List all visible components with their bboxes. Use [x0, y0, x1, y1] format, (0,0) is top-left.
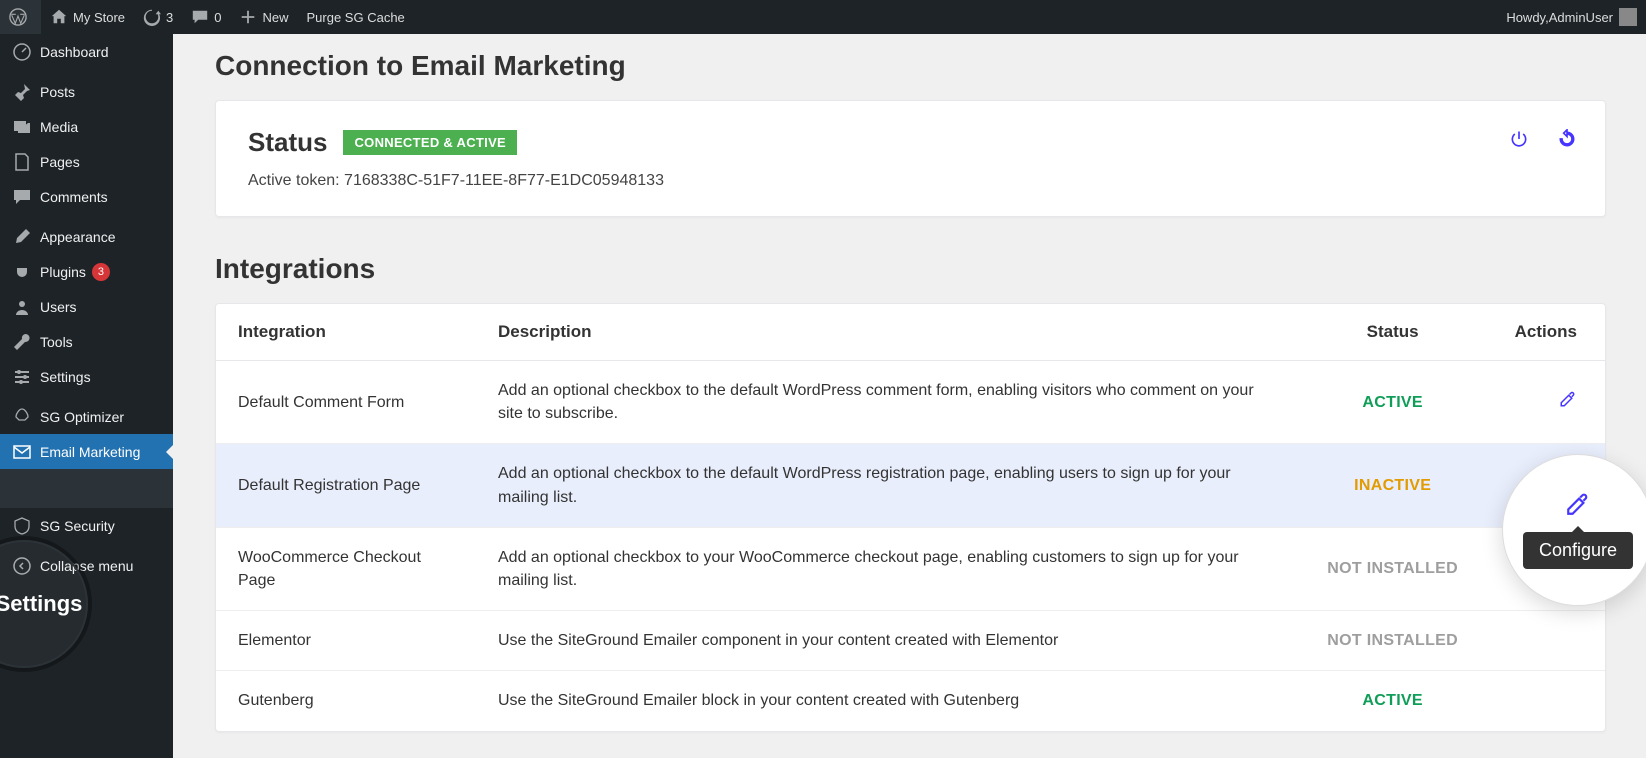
purge-cache-link[interactable]: Purge SG Cache [298, 0, 414, 34]
menu-media[interactable]: Media [0, 109, 173, 144]
wordpress-icon [9, 8, 27, 26]
plus-icon [239, 8, 257, 26]
user-display-name: AdminUser [1549, 10, 1613, 25]
status-label: Status [248, 127, 327, 158]
shield-icon [12, 516, 32, 536]
menu-plugins[interactable]: Plugins 3 [0, 254, 173, 289]
integration-description: Add an optional checkbox to the default … [476, 361, 1293, 444]
comments-count: 0 [214, 10, 221, 25]
email-icon [12, 442, 32, 462]
configure-callout: Configure [1502, 454, 1646, 606]
updates-link[interactable]: 3 [134, 0, 182, 34]
integration-name: WooCommerce Checkout Page [216, 527, 476, 610]
updates-count: 3 [166, 10, 173, 25]
integrations-table: Integration Description Status Actions D… [216, 304, 1605, 731]
updates-icon [143, 8, 161, 26]
integration-actions [1493, 361, 1605, 444]
refresh-icon [1557, 129, 1577, 149]
admin-sidebar: Dashboard Posts Media Pages Comments App… [0, 34, 173, 758]
integration-status: NOT INSTALLED [1293, 527, 1493, 610]
table-row: ElementorUse the SiteGround Emailer comp… [216, 611, 1605, 671]
power-off-icon [1509, 129, 1529, 149]
menu-appearance[interactable]: Appearance [0, 219, 173, 254]
site-name: My Store [73, 10, 125, 25]
integration-description: Add an optional checkbox to your WooComm… [476, 527, 1293, 610]
integration-actions [1493, 671, 1605, 731]
collapse-icon [12, 556, 32, 576]
avatar-icon [1619, 8, 1637, 26]
refresh-button[interactable] [1557, 129, 1577, 154]
integration-description: Add an optional checkbox to the default … [476, 444, 1293, 527]
rocket-icon [12, 407, 32, 427]
col-integration: Integration [216, 304, 476, 361]
pages-icon [12, 152, 32, 172]
site-link[interactable]: My Store [41, 0, 134, 34]
menu-posts[interactable]: Posts [0, 74, 173, 109]
status-card: Status CONNECTED & ACTIVE Active token: … [215, 100, 1606, 217]
integration-status: NOT INSTALLED [1293, 611, 1493, 671]
menu-users[interactable]: Users [0, 289, 173, 324]
menu-sg-security[interactable]: SG Security [0, 508, 173, 543]
main-content: Connection to Email Marketing Status CON… [173, 34, 1646, 758]
comment-icon [191, 8, 209, 26]
wp-logo[interactable] [0, 0, 41, 34]
plugins-badge: 3 [92, 263, 110, 281]
account-link[interactable]: Howdy, AdminUser [1497, 0, 1646, 34]
table-row: Default Comment FormAdd an optional chec… [216, 361, 1605, 444]
integration-name: Default Registration Page [216, 444, 476, 527]
col-actions: Actions [1493, 304, 1605, 361]
wrench-icon [12, 332, 32, 352]
menu-comments[interactable]: Comments [0, 179, 173, 214]
col-description: Description [476, 304, 1293, 361]
integrations-table-card: Integration Description Status Actions D… [215, 303, 1606, 732]
comments-icon [12, 187, 32, 207]
email-marketing-submenu: Settings [0, 469, 173, 508]
integration-description: Use the SiteGround Emailer component in … [476, 611, 1293, 671]
connection-section-title: Connection to Email Marketing [215, 50, 1606, 82]
table-row: GutenbergUse the SiteGround Emailer bloc… [216, 671, 1605, 731]
pencil-icon [1565, 491, 1591, 517]
status-badge: CONNECTED & ACTIVE [343, 130, 517, 155]
menu-dashboard[interactable]: Dashboard [0, 34, 173, 69]
media-icon [12, 117, 32, 137]
integration-name: Default Comment Form [216, 361, 476, 444]
col-status: Status [1293, 304, 1493, 361]
sliders-icon [12, 367, 32, 387]
active-token-text: Active token: 7168338C-51F7-11EE-8F77-E1… [248, 172, 1573, 190]
integrations-section-title: Integrations [215, 253, 1606, 285]
integration-status: ACTIVE [1293, 671, 1493, 731]
integration-status: ACTIVE [1293, 361, 1493, 444]
integration-actions [1493, 611, 1605, 671]
brush-icon [12, 227, 32, 247]
new-link[interactable]: New [230, 0, 297, 34]
dashboard-icon [12, 42, 32, 62]
table-row: WooCommerce Checkout PageAdd an optional… [216, 527, 1605, 610]
collapse-menu[interactable]: Collapse menu [0, 548, 173, 583]
integration-name: Gutenberg [216, 671, 476, 731]
configure-tooltip: Configure [1523, 532, 1633, 569]
admin-bar: My Store 3 0 New Purge SG Cache Howdy, A… [0, 0, 1646, 34]
home-icon [50, 8, 68, 26]
pencil-icon [1559, 390, 1577, 408]
integration-name: Elementor [216, 611, 476, 671]
integration-status: INACTIVE [1293, 444, 1493, 527]
integration-description: Use the SiteGround Emailer block in your… [476, 671, 1293, 731]
comments-link[interactable]: 0 [182, 0, 230, 34]
menu-sg-optimizer[interactable]: SG Optimizer [0, 399, 173, 434]
menu-pages[interactable]: Pages [0, 144, 173, 179]
disconnect-button[interactable] [1509, 129, 1529, 154]
menu-email-marketing[interactable]: Email Marketing [0, 434, 173, 469]
purge-label: Purge SG Cache [307, 10, 405, 25]
configure-button[interactable] [1559, 395, 1577, 412]
plug-icon [12, 262, 32, 282]
menu-tools[interactable]: Tools [0, 324, 173, 359]
pin-icon [12, 82, 32, 102]
table-row: Default Registration PageAdd an optional… [216, 444, 1605, 527]
new-label: New [262, 10, 288, 25]
menu-settings[interactable]: Settings [0, 359, 173, 394]
user-icon [12, 297, 32, 317]
howdy-prefix: Howdy, [1506, 10, 1548, 25]
